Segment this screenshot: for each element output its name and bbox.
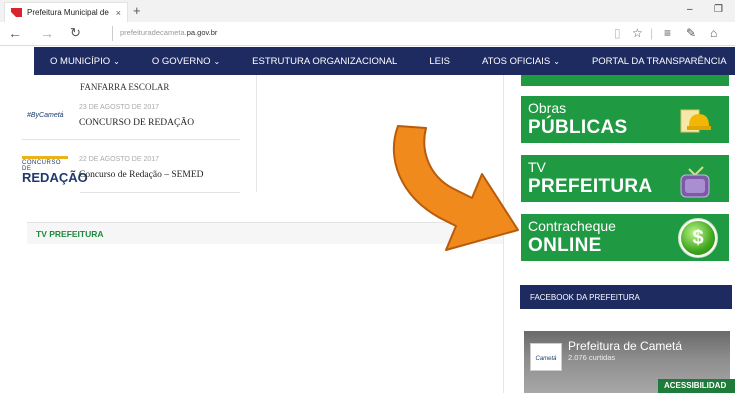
news-title[interactable]: Concurso de Redação – SEMED xyxy=(79,170,204,180)
url-prefix: prefeituradecameta. xyxy=(120,28,187,37)
url-field[interactable]: prefeituradecameta.pa.gov.br xyxy=(120,28,217,37)
forward-icon[interactable]: → xyxy=(40,25,54,41)
restore-button[interactable]: ❐ xyxy=(714,4,723,15)
banner-small-text: Obras xyxy=(528,100,567,116)
banner-big-text: PÚBLICAS xyxy=(528,117,628,138)
thumb-redacao-label: REDAÇÃO xyxy=(22,170,88,185)
new-tab-button[interactable]: + xyxy=(133,3,141,18)
web-note-icon[interactable]: ✎ xyxy=(686,26,696,40)
minimize-button[interactable]: – xyxy=(687,4,693,15)
refresh-icon[interactable]: ↻ xyxy=(70,25,81,41)
banner-partial-top[interactable] xyxy=(521,75,729,86)
banner-small-text: Contracheque xyxy=(528,218,616,234)
news-thumbnail[interactable]: #ByCametá xyxy=(22,104,68,132)
banner-big-text: PREFEITURA xyxy=(528,176,653,197)
nav-item-governo[interactable]: O Governo ⌄ xyxy=(136,56,236,67)
favorite-star-icon[interactable]: ☆ xyxy=(632,26,643,40)
section-title: TV Prefeitura xyxy=(36,229,104,239)
chevron-down-icon: ⌄ xyxy=(213,56,221,66)
news-title-partial[interactable]: FANFARRA ESCOLAR xyxy=(80,82,169,92)
browser-window: Prefeitura Municipal de × + – ❐ ← → ↻ pr… xyxy=(0,0,735,393)
chevron-down-icon: ⌄ xyxy=(553,56,560,66)
browser-tab[interactable]: Prefeitura Municipal de × xyxy=(4,2,128,22)
news-date: 23 de agosto de 2017 xyxy=(79,104,160,111)
facebook-section-header: Facebook da Prefeitura xyxy=(520,285,732,309)
banner-tv-prefeitura[interactable]: TV PREFEITURA xyxy=(521,155,729,202)
facebook-page-name[interactable]: Prefeitura de Cametá xyxy=(568,339,682,353)
nav-label: Estrutura Organizacional xyxy=(252,55,398,67)
news-title[interactable]: CONCURSO DE REDAÇÃO xyxy=(79,118,194,128)
column-divider xyxy=(256,75,257,192)
hub-icon[interactable]: ≡ xyxy=(664,26,671,40)
news-thumbnail[interactable]: CONCURSO DE REDAÇÃO xyxy=(22,156,88,185)
banner-obras-publicas[interactable]: Obras PÚBLICAS xyxy=(521,96,729,143)
url-divider xyxy=(112,26,113,41)
back-icon[interactable]: ← xyxy=(8,25,22,41)
tv-prefeitura-section-header: TV Prefeitura xyxy=(27,222,503,244)
share-icon[interactable]: ⌂ xyxy=(710,26,717,40)
facebook-page-logo[interactable]: Cametá xyxy=(530,343,562,371)
nav-item-municipio[interactable]: O Município ⌄ xyxy=(34,56,136,67)
url-domain: pa.gov.br xyxy=(186,28,218,37)
helmet-icon xyxy=(680,109,711,133)
nav-label: Portal da Transparência xyxy=(591,55,727,67)
nav-label: O Governo xyxy=(151,55,211,67)
news-item[interactable]: #ByCametá 23 de agosto de 2017 CONCURSO … xyxy=(22,96,240,140)
facebook-likes-count: 2.076 curtidas xyxy=(568,353,616,362)
accessibility-button[interactable]: Acessibilidad xyxy=(658,379,735,393)
nav-label: Leis xyxy=(429,55,450,67)
orange-arrow-icon xyxy=(392,125,519,251)
money-icon: $ xyxy=(679,219,717,257)
news-divider xyxy=(80,192,240,193)
news-date: 22 de agosto de 2017 xyxy=(79,156,160,163)
toolbar-divider: | xyxy=(650,26,654,40)
sidebar-divider xyxy=(503,75,504,393)
banner-contracheque-online[interactable]: Contracheque ONLINE $ xyxy=(521,214,729,261)
nav-item-estrutura[interactable]: Estrutura Organizacional xyxy=(236,56,413,67)
banner-small-text: TV xyxy=(528,159,546,175)
chevron-down-icon: ⌄ xyxy=(113,56,120,66)
cameta-logo: #ByCametá xyxy=(27,112,64,119)
reading-view-icon[interactable]: ▯ xyxy=(614,26,621,40)
close-tab-icon[interactable]: × xyxy=(116,8,121,18)
tab-title: Prefeitura Municipal de xyxy=(27,8,109,17)
news-item[interactable]: CONCURSO DE REDAÇÃO 22 de agosto de 2017… xyxy=(22,148,240,192)
nav-item-transparencia[interactable]: Portal da Transparência xyxy=(576,56,735,67)
site-main-nav: O Município ⌄ O Governo ⌄ Estrutura Organi… xyxy=(34,47,735,75)
nav-label: O Município xyxy=(50,55,111,67)
section-title: Facebook da Prefeitura xyxy=(530,293,640,302)
tab-bar: Prefeitura Municipal de × + – ❐ xyxy=(0,0,735,22)
nav-item-leis[interactable]: Leis xyxy=(413,56,466,67)
banner-big-text: ONLINE xyxy=(528,235,602,256)
nav-item-atos[interactable]: Atos Oficiais ⌄ xyxy=(466,56,576,67)
address-bar-row: ← → ↻ prefeituradecameta.pa.gov.br ▯ ☆ |… xyxy=(0,22,735,46)
site-favicon-icon xyxy=(11,8,22,17)
tv-icon xyxy=(680,166,710,198)
nav-label: Atos Oficiais xyxy=(481,55,551,67)
